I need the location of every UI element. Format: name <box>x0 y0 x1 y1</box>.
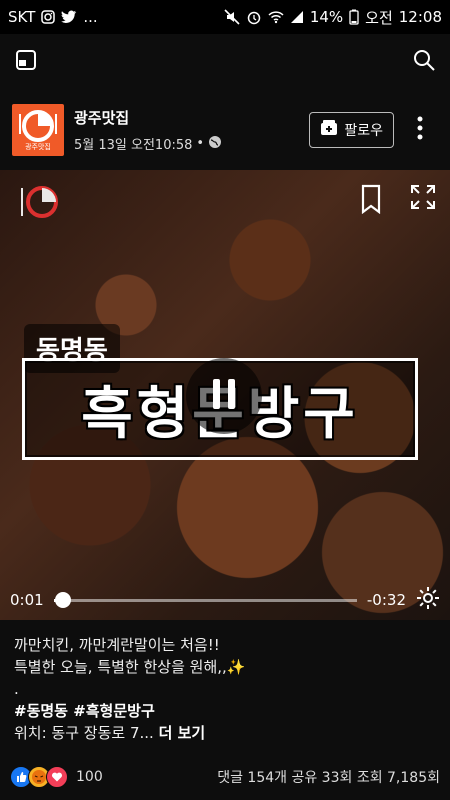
more-options-button[interactable] <box>402 112 438 148</box>
avatar-label: 광주맛집 <box>25 143 51 151</box>
post-time: 5월 13일 오전10:58 • <box>74 134 309 153</box>
progress-knob[interactable] <box>54 591 71 608</box>
caption-line-1: 까만치킨, 까만계란말이는 처음!! <box>14 636 220 654</box>
carrier-label: SKT <box>8 8 36 26</box>
instagram-icon <box>41 10 56 24</box>
location-line: 위치: 동구 장동로 7... 더 보기 <box>14 722 434 744</box>
globe-icon <box>208 135 222 153</box>
follow-label: 팔로우 <box>344 123 383 139</box>
picture-in-picture-icon <box>15 49 37 75</box>
pause-button[interactable] <box>186 358 262 434</box>
remaining-time: -0:32 <box>366 591 406 609</box>
post-caption: 까만치킨, 까만계란말이는 처음!! 특별한 오늘, 특별한 한상을 원해,,✨… <box>14 634 434 744</box>
battery-icon <box>349 9 359 25</box>
status-bar: SKT ... 14% 오전 12:08 <box>0 0 450 34</box>
reactions-bar: 100 댓글 154개 공유 33회 조회 7,185회 <box>10 762 440 792</box>
reaction-summary[interactable]: 100 <box>10 766 103 788</box>
love-reaction-icon <box>46 766 68 788</box>
wifi-icon <box>268 10 284 24</box>
progress-bar[interactable] <box>53 591 357 608</box>
timestamp[interactable]: 5월 13일 오전10:58 <box>74 134 192 153</box>
twitter-icon <box>61 10 77 24</box>
page-name[interactable]: 광주맛집 <box>74 107 309 128</box>
time-ampm: 오전 <box>365 8 393 27</box>
follow-icon <box>320 119 338 141</box>
caption-line-2: 특별한 오늘, 특별한 한상을 원해,,✨ <box>14 658 246 676</box>
search-button[interactable] <box>406 44 442 80</box>
fullscreen-icon[interactable] <box>410 184 436 218</box>
clock: 12:08 <box>398 8 442 26</box>
video-player[interactable]: 동명동 흑형문방구 0:01 -0:32 <box>0 170 450 620</box>
video-controls: 0:01 -0:32 <box>0 580 450 620</box>
hashtags[interactable]: #동명동 #흑형문방구 <box>14 700 434 722</box>
see-more-link[interactable]: 더 보기 <box>159 724 206 742</box>
avatar[interactable]: 광주맛집 <box>12 104 64 156</box>
caption-line-3: . <box>14 680 19 698</box>
settings-gear-icon[interactable] <box>416 586 440 614</box>
alarm-icon <box>246 9 262 25</box>
minimize-video-button[interactable] <box>8 44 44 80</box>
reaction-count: 100 <box>76 769 103 785</box>
battery-percent: 14% <box>309 8 344 26</box>
follow-button[interactable]: 팔로우 <box>309 112 394 148</box>
current-time: 0:01 <box>10 591 44 609</box>
search-icon <box>412 48 436 76</box>
more-notifications: ... <box>83 8 98 26</box>
kebab-menu-icon <box>417 116 423 144</box>
pause-icon <box>209 377 239 415</box>
mute-icon <box>224 9 240 25</box>
engagement-stats[interactable]: 댓글 154개 공유 33회 조회 7,185회 <box>217 767 440 787</box>
video-watermark-logo <box>21 186 58 218</box>
post-header: 광주맛집 광주맛집 5월 13일 오전10:58 • 팔로우 <box>0 92 450 168</box>
bookmark-icon[interactable] <box>360 184 382 218</box>
signal-icon <box>290 10 304 24</box>
location-text: 위치: 동구 장동로 7... <box>14 724 154 742</box>
top-bar <box>0 34 450 90</box>
